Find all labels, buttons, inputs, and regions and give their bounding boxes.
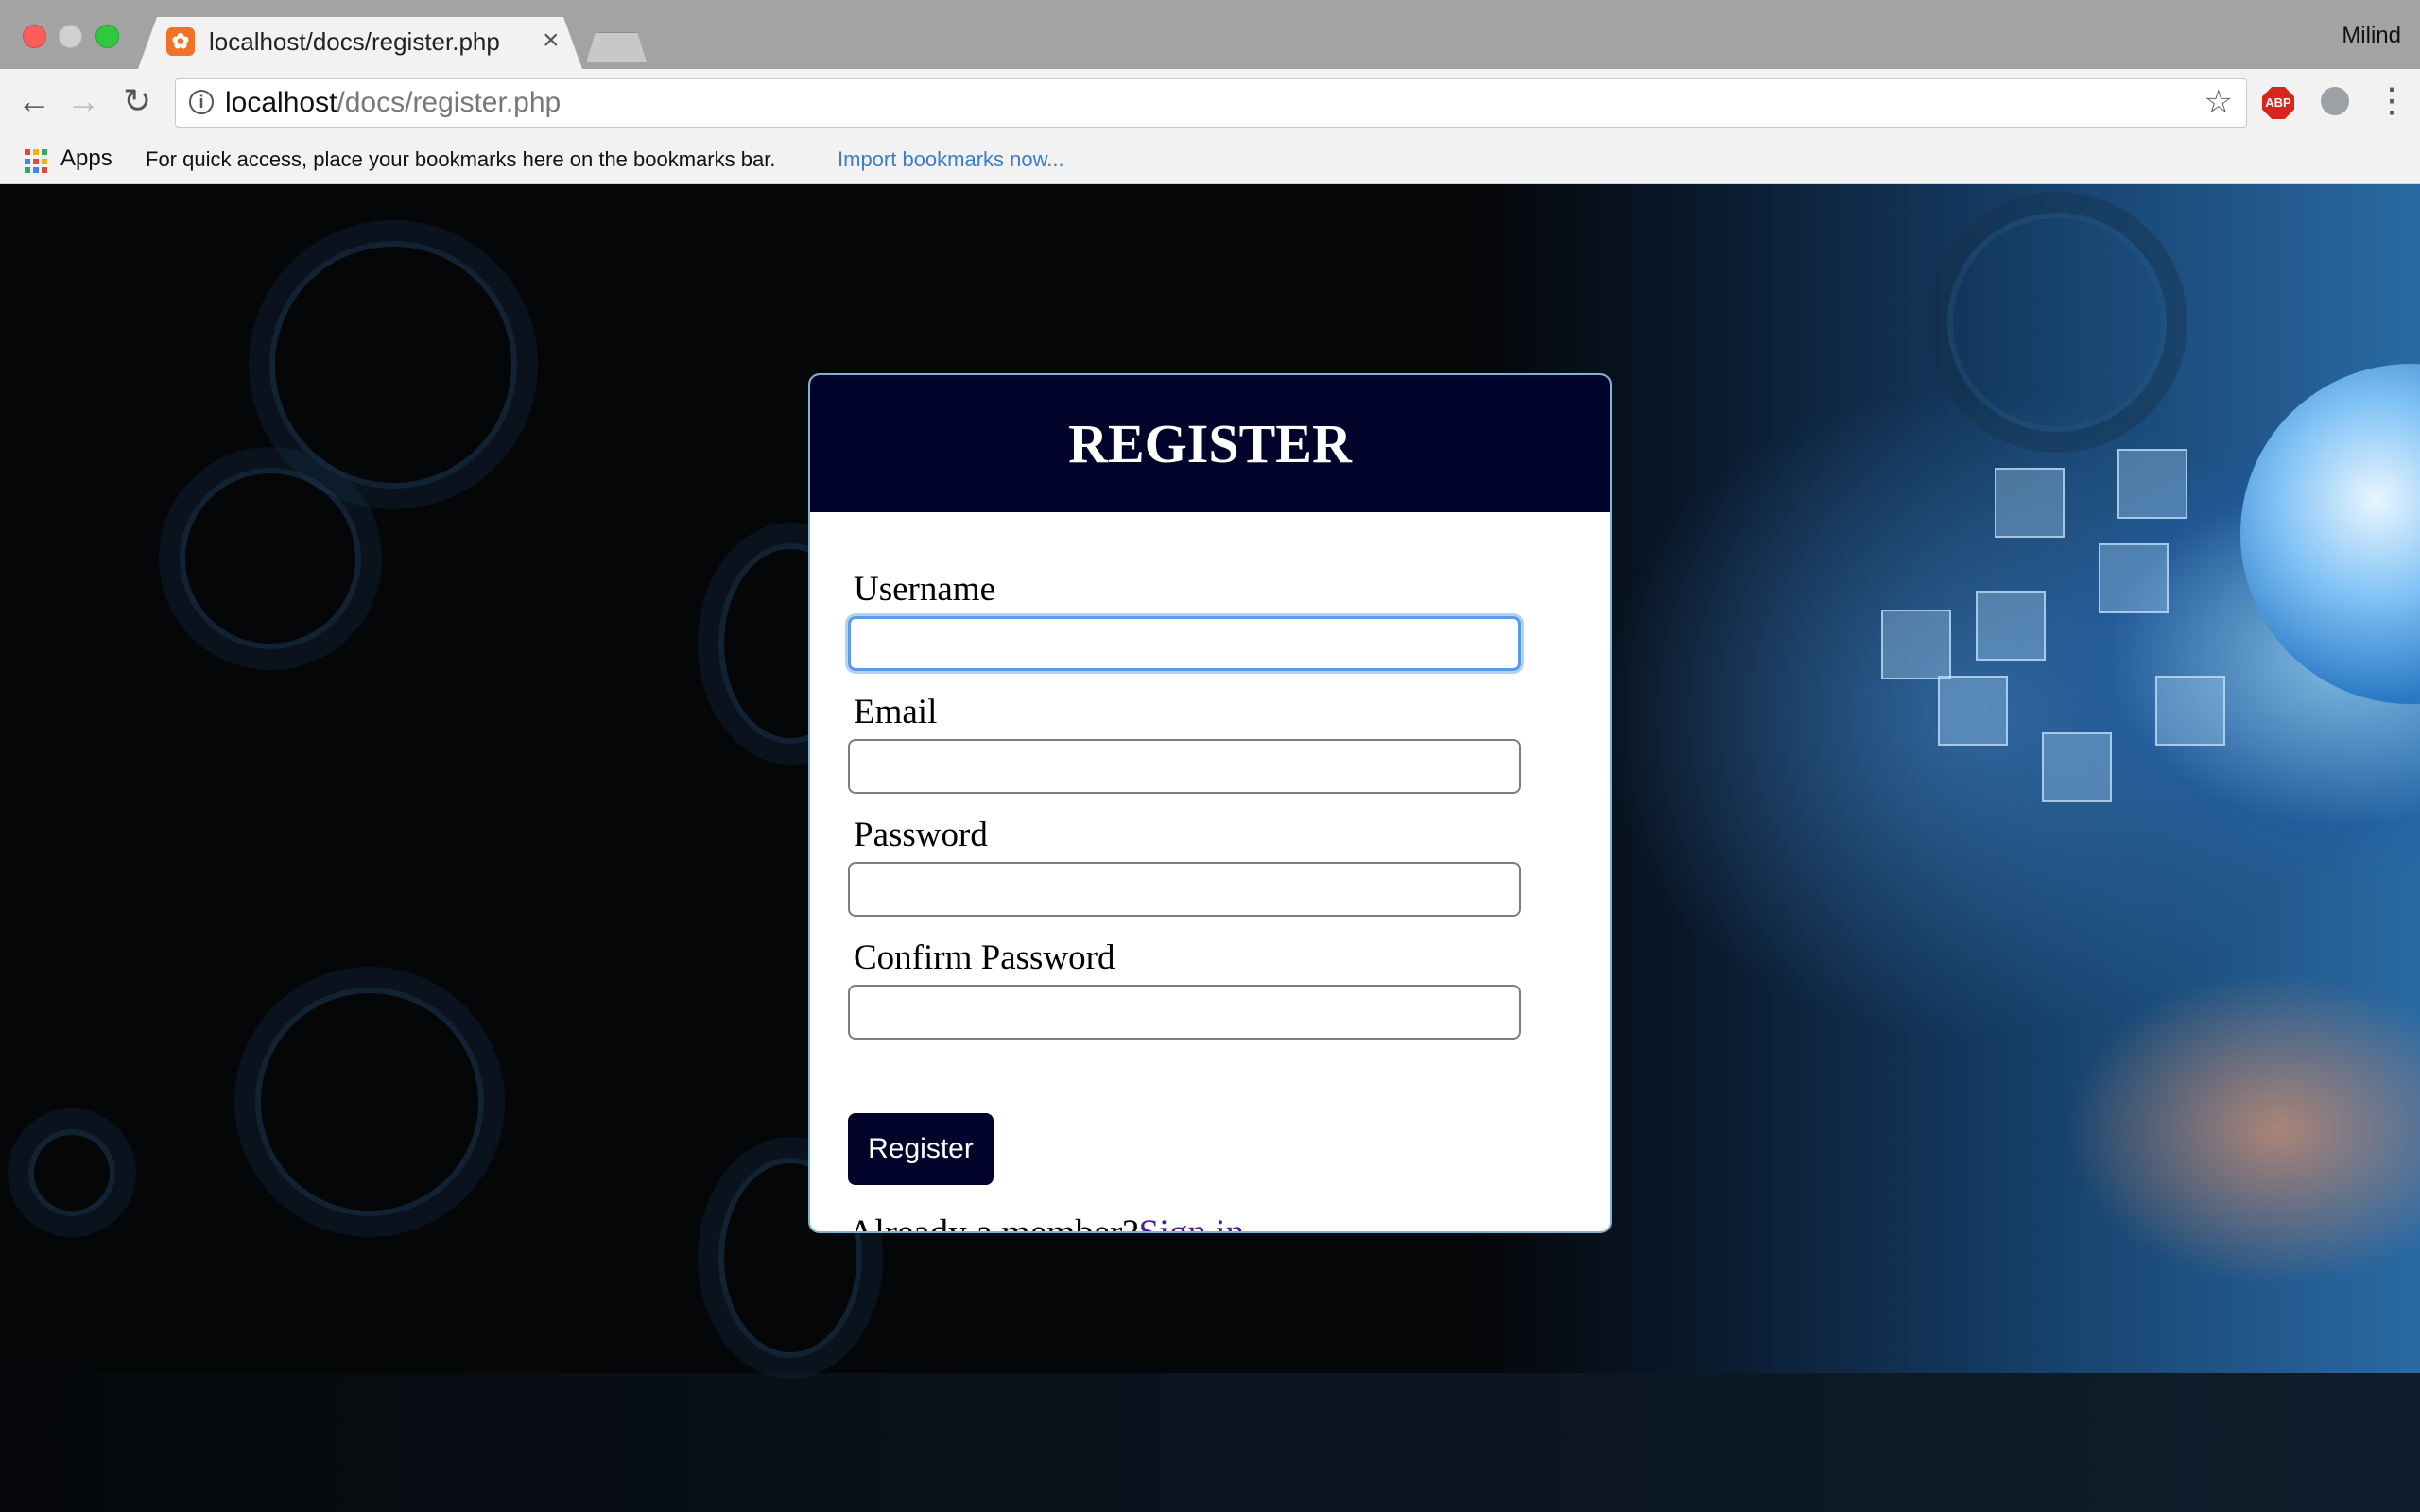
username-label: Username <box>854 570 995 609</box>
email-label: Email <box>854 693 938 731</box>
extension-icon[interactable] <box>2321 87 2349 115</box>
adblock-plus-icon[interactable]: ABP <box>2262 87 2294 119</box>
url-text[interactable]: localhost/docs/register.php <box>225 87 561 119</box>
apps-grid-icon[interactable] <box>25 149 49 174</box>
address-bar[interactable]: i localhost/docs/register.php ☆ <box>175 78 2247 128</box>
bookmarks-hint: For quick access, place your bookmarks h… <box>146 147 776 171</box>
forward-arrow-icon[interactable]: → <box>66 82 100 120</box>
window-maximize-button[interactable] <box>95 25 119 48</box>
browser-tab[interactable]: ✿ localhost/docs/register.php × <box>138 17 582 69</box>
member-prompt: Already a member?Sign in <box>848 1211 1245 1233</box>
username-input[interactable] <box>848 616 1521 671</box>
page-viewport: REGISTER Username Email Password Confirm… <box>0 184 2420 1512</box>
profile-name[interactable]: Milind <box>2342 23 2401 49</box>
url-host: localhost <box>225 87 337 118</box>
back-arrow-icon[interactable]: ← <box>17 82 51 120</box>
sign-in-link[interactable]: Sign in <box>1139 1212 1245 1231</box>
bookmarks-bar: Apps For quick access, place your bookma… <box>0 136 2420 184</box>
background-image-bottom <box>0 1373 2420 1512</box>
confirm-password-label: Confirm Password <box>854 938 1115 977</box>
bookmark-star-icon[interactable]: ☆ <box>2204 83 2233 121</box>
confirm-password-input[interactable] <box>848 985 1521 1040</box>
info-icon[interactable]: i <box>189 90 214 114</box>
register-card: REGISTER Username Email Password Confirm… <box>808 373 1612 1233</box>
email-input[interactable] <box>848 739 1521 794</box>
network-tiles-graphic <box>1862 430 2420 1091</box>
tab-bar: ✿ localhost/docs/register.php × Milind <box>0 0 2420 69</box>
new-tab-button[interactable] <box>586 32 647 62</box>
member-text: Already a member? <box>848 1212 1139 1233</box>
browser-toolbar: ← → ↻ i localhost/docs/register.php ☆ AB… <box>0 69 2420 136</box>
card-header: REGISTER <box>810 375 1610 512</box>
decorative-ring <box>1947 213 2167 432</box>
register-title: REGISTER <box>1068 413 1352 474</box>
window-close-button[interactable] <box>23 25 46 48</box>
decorative-ring <box>28 1129 115 1216</box>
decorative-ring <box>180 468 361 649</box>
close-icon[interactable]: × <box>543 25 560 57</box>
password-label: Password <box>854 816 988 854</box>
password-input[interactable] <box>848 862 1521 917</box>
import-bookmarks-link[interactable]: Import bookmarks now... <box>838 147 1064 172</box>
reload-icon[interactable]: ↻ <box>123 82 151 120</box>
decorative-ring <box>255 988 484 1216</box>
apps-shortcut[interactable]: Apps <box>60 146 112 172</box>
decorative-ring <box>269 241 517 489</box>
tab-title: localhost/docs/register.php <box>209 27 500 56</box>
xampp-icon: ✿ <box>166 27 195 56</box>
menu-dots-icon[interactable]: ⋮ <box>2375 80 2409 120</box>
window-minimize-button[interactable] <box>59 25 82 48</box>
register-button[interactable]: Register <box>848 1113 994 1185</box>
url-path: /docs/register.php <box>337 87 562 118</box>
